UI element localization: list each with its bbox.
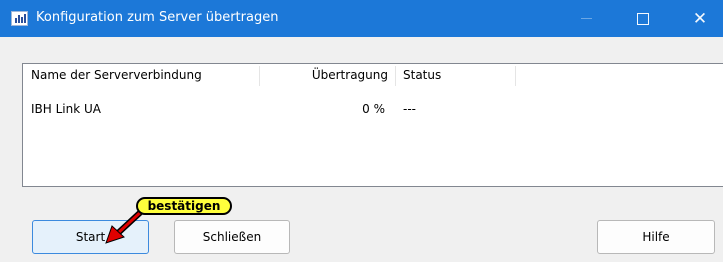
close-icon: ✕: [692, 8, 708, 29]
window-title: Konfiguration zum Server übertragen: [36, 10, 279, 25]
close-button-label: Schließen: [202, 230, 262, 244]
close-window-button[interactable]: ✕: [677, 0, 723, 37]
minimize-button: [563, 0, 609, 37]
server-connection-list[interactable]: Name der Serververbindung Übertragung St…: [22, 63, 723, 187]
close-button[interactable]: Schließen: [174, 220, 290, 254]
column-header-transfer[interactable]: Übertragung: [298, 64, 388, 86]
column-divider[interactable]: [515, 66, 516, 86]
column-header-name[interactable]: Name der Serververbindung: [31, 64, 202, 86]
dialog-window: Konfiguration zum Server übertragen ✕ Na…: [0, 0, 723, 262]
start-button-label: Start: [75, 230, 106, 244]
help-button[interactable]: Hilfe: [597, 220, 715, 254]
app-icon: [11, 11, 28, 26]
transfer-progress: 0 %: [362, 102, 385, 116]
column-divider[interactable]: [259, 66, 260, 86]
list-item[interactable]: IBH Link UA 0 % ---: [23, 100, 723, 118]
list-header: Name der Serververbindung Übertragung St…: [23, 64, 723, 86]
minimize-icon: [580, 18, 592, 19]
column-header-status[interactable]: Status: [403, 64, 441, 86]
maximize-button[interactable]: [620, 0, 666, 37]
start-button[interactable]: Start: [32, 220, 149, 254]
connection-name: IBH Link UA: [31, 102, 101, 116]
connection-status: ---: [403, 102, 416, 116]
column-divider[interactable]: [395, 66, 396, 86]
annotation-callout: bestätigen: [136, 197, 232, 215]
maximize-icon: [637, 12, 649, 25]
help-button-label: Hilfe: [642, 230, 670, 244]
title-bar[interactable]: Konfiguration zum Server übertragen ✕: [0, 0, 723, 37]
